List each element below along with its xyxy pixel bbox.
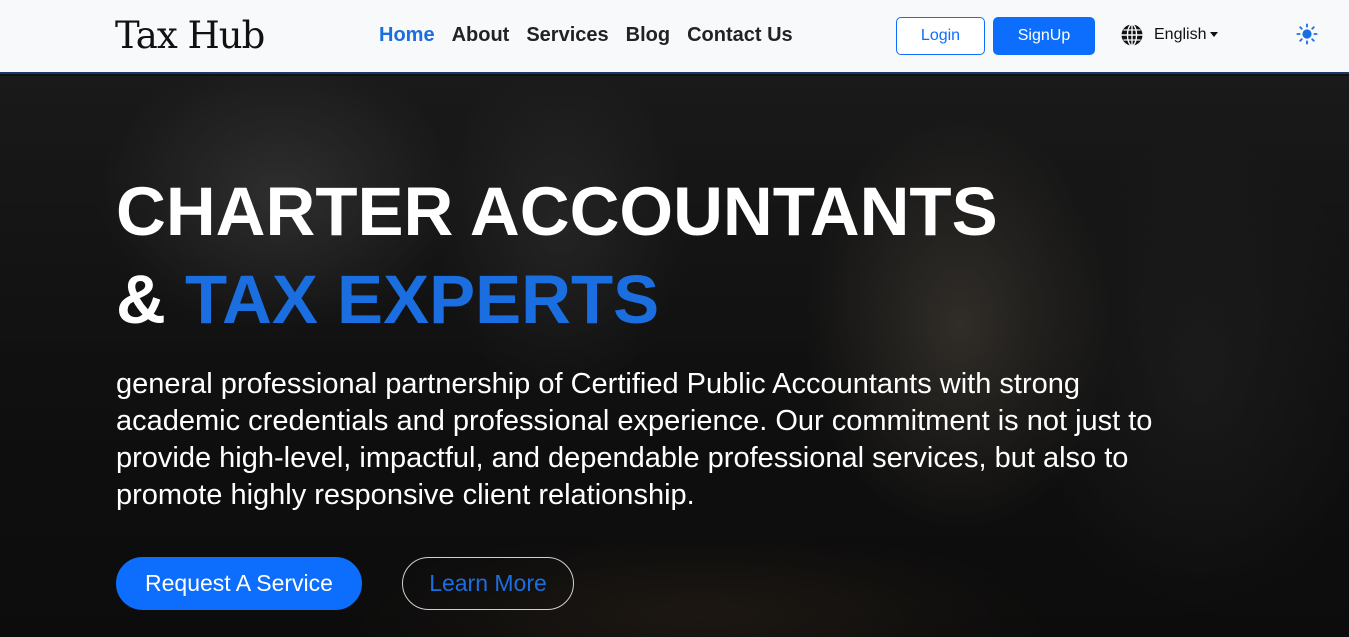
learn-more-button[interactable]: Learn More <box>402 557 574 610</box>
sun-icon[interactable] <box>1296 23 1318 45</box>
brand-logo[interactable]: Tax Hub <box>115 14 265 58</box>
nav-about[interactable]: About <box>452 22 510 48</box>
hero-section: CHARTER ACCOUNTANTS & TAX EXPERTS genera… <box>0 76 1349 637</box>
caret-down-icon <box>1210 31 1219 37</box>
signup-button[interactable]: SignUp <box>993 17 1095 55</box>
login-button[interactable]: Login <box>896 17 985 55</box>
navbar: Tax Hub Home About Services Blog Contact… <box>0 0 1349 74</box>
request-service-button[interactable]: Request A Service <box>116 557 362 610</box>
hero-background-image <box>0 76 1349 637</box>
nav-home[interactable]: Home <box>379 22 435 48</box>
hero-title-line1: CHARTER ACCOUNTANTS <box>116 173 998 250</box>
nav-services[interactable]: Services <box>526 22 608 48</box>
nav-contact-us[interactable]: Contact Us <box>687 22 793 48</box>
nav-blog[interactable]: Blog <box>626 22 670 48</box>
globe-icon <box>1121 23 1143 47</box>
hero-title-ampersand: & <box>116 261 185 338</box>
hero-title-accent: TAX EXPERTS <box>185 261 660 338</box>
language-label: English <box>1154 26 1207 43</box>
hero-description: general professional partnership of Cert… <box>116 368 1153 511</box>
language-dropdown[interactable]: English <box>1120 22 1219 48</box>
main-nav: Home About Services Blog Contact Us <box>379 22 810 48</box>
hero-title: CHARTER ACCOUNTANTS & TAX EXPERTS <box>116 168 1116 344</box>
